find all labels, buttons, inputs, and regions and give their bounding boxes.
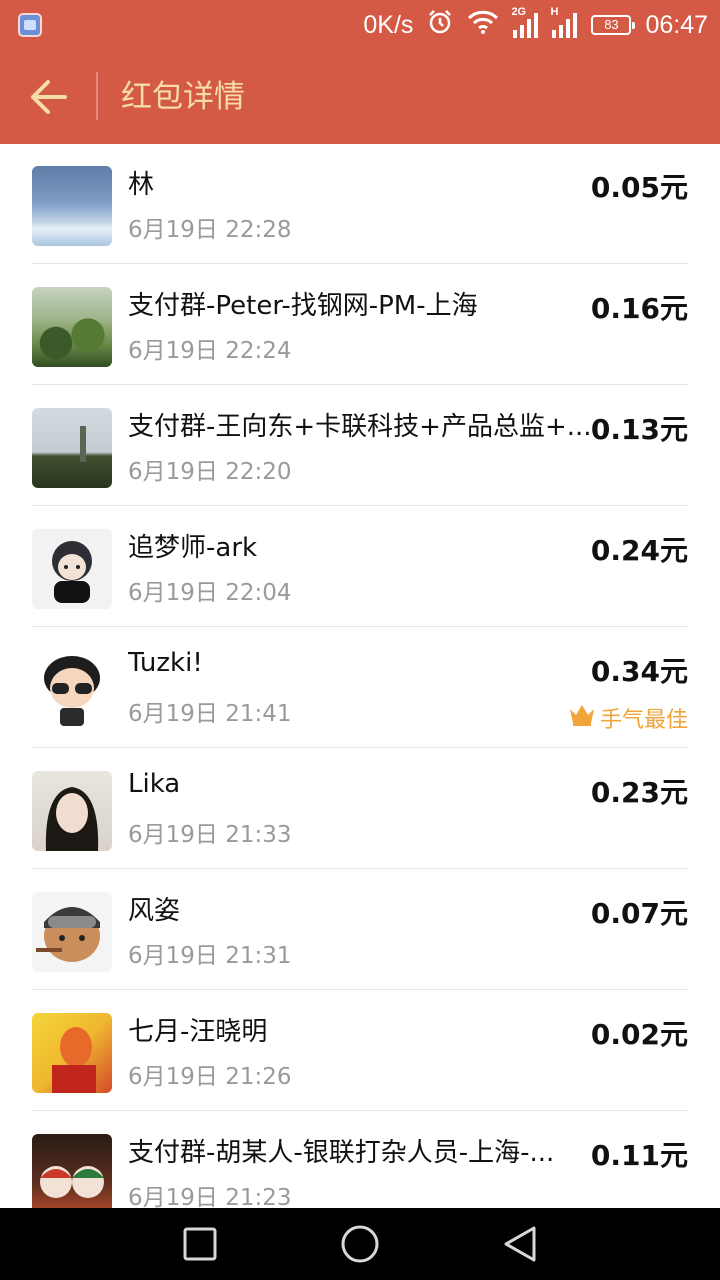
avatar[interactable] xyxy=(32,529,112,609)
record-row[interactable]: 支付群-Peter-找钢网-PM-上海 6月19日 22:24 0.16元 xyxy=(32,265,688,385)
arrow-left-icon[interactable] xyxy=(28,78,68,116)
record-amount: 0.07元 xyxy=(590,897,688,930)
network-speed: 0K/s xyxy=(363,10,414,39)
record-row[interactable]: 支付群-胡某人-银联打杂人员-上海-... 6月19日 21:23 0.11元 xyxy=(32,1112,688,1208)
record-date: 6月19日 21:26 xyxy=(128,1064,292,1090)
avatar[interactable] xyxy=(32,1134,112,1208)
record-amount: 0.13元 xyxy=(590,413,688,446)
record-amount: 0.16元 xyxy=(590,292,688,325)
record-date: 6月19日 22:20 xyxy=(128,459,292,485)
triangle-back-icon[interactable] xyxy=(500,1224,540,1264)
gallery-app-icon xyxy=(18,13,42,37)
title-bar: 红包详情 xyxy=(0,50,720,144)
record-amount: 0.02元 xyxy=(590,1018,688,1051)
best-luck-badge: 手气最佳 xyxy=(568,702,688,734)
page-title: 红包详情 xyxy=(121,79,245,115)
alarm-icon xyxy=(427,9,453,42)
red-packet-record-list[interactable]: 林 6月19日 22:28 0.05元 支付群-Peter-找钢网-PM-上海 … xyxy=(0,144,720,1208)
record-name: 支付群-Peter-找钢网-PM-上海 xyxy=(128,291,478,321)
record-row[interactable]: 追梦师-ark 6月19日 22:04 0.24元 xyxy=(32,507,688,627)
circle-icon[interactable] xyxy=(340,1224,380,1264)
record-name: 追梦师-ark xyxy=(128,533,258,563)
record-row[interactable]: 风姿 6月19日 21:31 0.07元 xyxy=(32,870,688,990)
record-row[interactable]: 支付群-王向东+卡联科技+产品总监+... 6月19日 22:20 0.13元 xyxy=(32,386,688,506)
record-name: 七月-汪晓明 xyxy=(128,1017,268,1047)
avatar[interactable] xyxy=(32,287,112,367)
avatar[interactable] xyxy=(32,892,112,972)
record-date: 6月19日 22:24 xyxy=(128,338,292,364)
record-row[interactable]: Lika 6月19日 21:33 0.23元 xyxy=(32,749,688,869)
record-date: 6月19日 22:04 xyxy=(128,580,292,606)
avatar[interactable] xyxy=(32,408,112,488)
square-icon[interactable] xyxy=(180,1224,220,1264)
crown-icon xyxy=(568,703,596,733)
record-row[interactable]: Tuzki! 6月19日 21:41 0.34元 手气最佳 xyxy=(32,628,688,748)
avatar[interactable] xyxy=(32,166,112,246)
signal-2g-icon: 2G xyxy=(511,6,539,38)
avatar[interactable] xyxy=(32,1013,112,1093)
header-divider xyxy=(96,72,98,120)
signal-h-icon: H xyxy=(550,6,578,38)
record-date: 6月19日 21:23 xyxy=(128,1185,292,1208)
record-date: 6月19日 21:33 xyxy=(128,822,292,848)
status-bar: 0K/s 2G H 83 06:47 xyxy=(0,0,720,50)
record-date: 6月19日 21:41 xyxy=(128,701,292,727)
record-name: 风姿 xyxy=(128,896,181,926)
record-amount: 0.23元 xyxy=(590,776,688,809)
clock: 06:47 xyxy=(645,10,708,39)
best-luck-label: 手气最佳 xyxy=(599,708,688,733)
record-amount: 0.11元 xyxy=(590,1139,688,1172)
record-name: Tuzki! xyxy=(128,648,203,678)
record-date: 6月19日 22:28 xyxy=(128,217,292,243)
wifi-icon xyxy=(467,10,499,41)
record-amount: 0.05元 xyxy=(590,171,688,204)
avatar[interactable] xyxy=(32,650,112,730)
record-name: Lika xyxy=(128,769,181,799)
record-row[interactable]: 七月-汪晓明 6月19日 21:26 0.02元 xyxy=(32,991,688,1111)
record-name: 林 xyxy=(128,170,155,200)
system-nav-bar xyxy=(0,1208,720,1280)
record-amount: 0.24元 xyxy=(590,534,688,567)
record-date: 6月19日 21:31 xyxy=(128,943,292,969)
record-amount: 0.34元 xyxy=(590,655,688,688)
record-name: 支付群-胡某人-银联打杂人员-上海-... xyxy=(128,1138,555,1168)
battery-icon: 83 xyxy=(591,15,636,35)
record-name: 支付群-王向东+卡联科技+产品总监+... xyxy=(128,412,592,442)
avatar[interactable] xyxy=(32,771,112,851)
record-row[interactable]: 林 6月19日 22:28 0.05元 xyxy=(32,144,688,264)
